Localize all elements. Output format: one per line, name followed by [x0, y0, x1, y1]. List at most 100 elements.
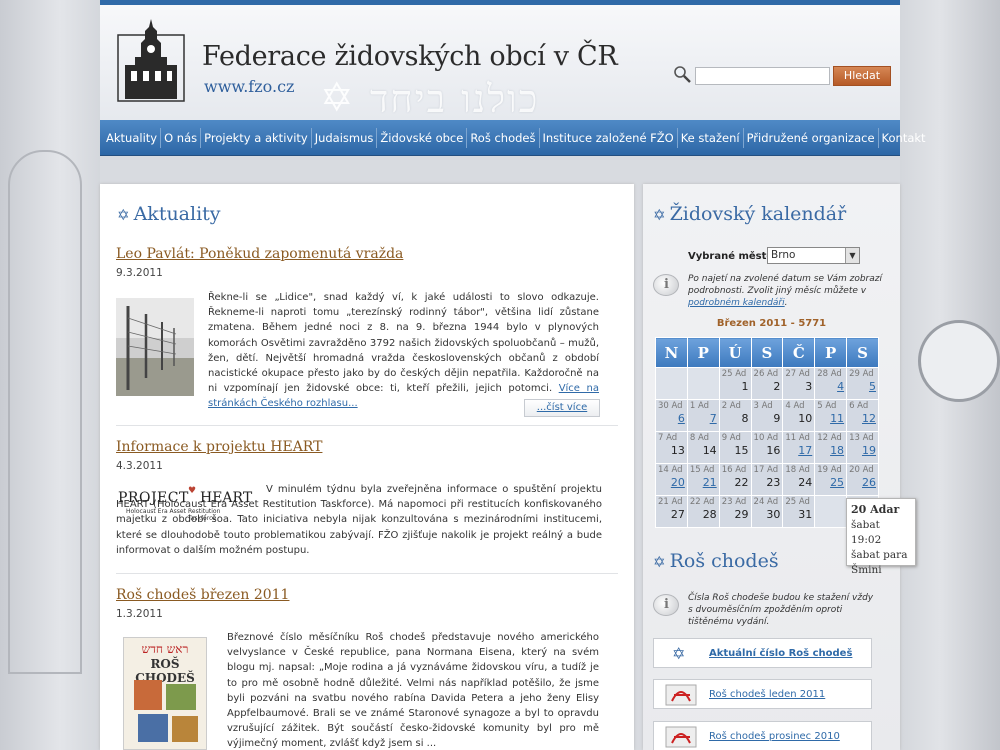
day-number: 6 — [677, 412, 685, 425]
day-number: 22 — [734, 476, 749, 489]
calendar-day[interactable]: 8 Ad 14 — [686, 431, 720, 464]
ros-chodes-cover: ראש חדש ROŠ CHODEŠ — [123, 637, 207, 750]
calendar-day[interactable]: 19 Ad 25 — [814, 463, 848, 496]
hebrew-date: 24 Ad — [753, 497, 779, 507]
day-number: 13 — [670, 444, 685, 457]
nav-item-ke-stazeni[interactable]: Ke stažení — [678, 127, 744, 148]
hebrew-date: 12 Ad — [817, 433, 842, 443]
calendar-day[interactable]: 28 Ad 4 — [814, 367, 848, 400]
day-number: 10 — [798, 412, 813, 425]
news-column: ✡ Aktuality Leo Pavlát: Poněkud zapomenut… — [100, 184, 634, 750]
calendar-day[interactable]: 23 Ad 29 — [718, 495, 752, 528]
nav-item-aktuality[interactable]: Aktuality — [103, 127, 162, 148]
calendar-heading-text: Židovský kalendář — [669, 203, 847, 225]
calendar-day[interactable]: 25 Ad 31 — [782, 495, 816, 528]
calendar-day[interactable]: 7 Ad 13 — [655, 431, 688, 464]
tooltip-title: 20 Adar — [851, 503, 900, 516]
nav-item-pridruzene[interactable]: Přidružené organizace — [744, 127, 879, 148]
search-button[interactable]: Hledat — [833, 66, 891, 86]
day-number: 19 — [862, 444, 876, 457]
detailed-calendar-link[interactable]: podrobném kalendáři — [688, 298, 785, 308]
day-number: 15 — [734, 444, 749, 457]
hebrew-date: 15 Ad — [689, 465, 715, 475]
calendar-day[interactable]: 3 Ad 9 — [750, 399, 784, 432]
calendar-day[interactable]: 11 Ad 17 — [782, 431, 816, 464]
hebrew-date: 25 Ad — [721, 369, 747, 379]
site-url[interactable]: www.fzo.cz — [204, 77, 294, 96]
camp-fence-photo — [116, 298, 194, 396]
calendar-day[interactable]: 1 Ad 7 — [686, 399, 720, 432]
calendar-day[interactable]: 5 Ad 11 — [814, 399, 848, 432]
nav-item-projekty[interactable]: Projekty a aktivity — [201, 127, 312, 148]
calendar-day[interactable]: 10 Ad 16 — [750, 431, 784, 464]
calendar-day[interactable]: 14 Ad 20 — [655, 463, 688, 496]
calendar-day[interactable]: 16 Ad 22 — [718, 463, 752, 496]
day-number: 31 — [798, 508, 813, 521]
hebrew-date: 30 Ad — [658, 401, 683, 411]
calendar-day[interactable]: 4 Ad 10 — [782, 399, 816, 432]
background-left-decoration — [0, 0, 100, 750]
day-number: 27 — [670, 508, 685, 521]
calendar-day[interactable]: 6 Ad 12 — [846, 399, 879, 432]
article-body: Březnové číslo měsíčníku Roš chodeš před… — [227, 630, 599, 750]
info-icon — [653, 594, 679, 616]
hebrew-date: 1 Ad — [689, 401, 710, 411]
calendar-day[interactable]: 15 Ad 21 — [686, 463, 720, 496]
day-number: 28 — [702, 508, 717, 521]
nav-item-o-nas[interactable]: O nás — [161, 127, 202, 148]
hebrew-date: 4 Ad — [785, 401, 805, 411]
pdf-icon — [665, 726, 697, 748]
current-issue-link[interactable]: ✡ Aktuální číslo Roš chodeš — [653, 638, 872, 668]
article-title[interactable]: Leo Pavlát: Poněkud zapomenutá vražda — [116, 246, 618, 262]
city-select[interactable]: Brno ▼ — [767, 247, 860, 264]
weekday-header: Č — [782, 337, 816, 368]
hebrew-date: 26 Ad — [753, 369, 779, 379]
day-number: 2 — [773, 380, 781, 393]
nav-item-kontakt[interactable]: Kontakt — [879, 128, 929, 148]
hebrew-date: 29 Ad — [849, 369, 874, 379]
nav-item-judaismus[interactable]: Judaismus — [312, 127, 378, 148]
issue-download-link[interactable]: Roš chodeš leden 2011 — [653, 679, 872, 709]
day-number: 26 — [862, 476, 876, 489]
hebrew-date: 27 Ad — [785, 369, 810, 379]
main-navigation: Aktuality O nás Projekty a aktivity Juda… — [100, 120, 926, 156]
star-of-david-icon: ✡ — [672, 644, 686, 663]
day-number: 29 — [734, 508, 749, 521]
hebrew-date: 19 Ad — [817, 465, 842, 475]
read-more-button[interactable]: ...číst více — [524, 399, 600, 417]
calendar-day[interactable]: 12 Ad 18 — [814, 431, 848, 464]
search-input[interactable] — [695, 67, 830, 85]
town-hall-logo-icon[interactable] — [117, 17, 185, 103]
calendar-day[interactable]: 26 Ad 2 — [750, 367, 784, 400]
calendar-day[interactable]: 20 Ad 26 — [846, 463, 879, 496]
calendar-day[interactable]: 17 Ad 23 — [750, 463, 784, 496]
calendar-day[interactable]: 9 Ad 15 — [718, 431, 752, 464]
nav-item-zidovske-obce[interactable]: Židovské obce — [377, 127, 468, 148]
site-title: Federace židovských obcí v ČR — [202, 41, 618, 72]
calendar-day[interactable]: 22 Ad 28 — [686, 495, 720, 528]
calendar-day[interactable]: 25 Ad 1 — [718, 367, 752, 400]
calendar-day[interactable]: 2 Ad 8 — [718, 399, 752, 432]
calendar-day[interactable]: 13 Ad 19 — [846, 431, 879, 464]
calendar-day[interactable]: 24 Ad 30 — [750, 495, 784, 528]
calendar-week: 7 Ad 13 8 Ad 14 9 Ad 15 10 Ad 16 11 Ad 17 12 Ad 18 1… — [655, 431, 879, 464]
calendar-day[interactable]: 27 Ad 3 — [782, 367, 816, 400]
calendar-day[interactable]: 21 Ad 27 — [655, 495, 688, 528]
calendar-day[interactable]: 29 Ad 5 — [846, 367, 879, 400]
issue-download-link[interactable]: Roš chodeš prosinec 2010 — [653, 721, 872, 750]
nav-item-instituce[interactable]: Instituce založené FŽO — [540, 127, 678, 148]
calendar-week: 30 Ad 6 1 Ad 7 2 Ad 8 3 Ad 9 4 Ad 10 5 Ad 11 6 Ad 12 — [655, 399, 879, 432]
article-title[interactable]: Roš chodeš březen 2011 — [116, 587, 618, 603]
hebrew-date: 20 Ad — [849, 465, 874, 475]
hebrew-date: 16 Ad — [721, 465, 747, 475]
nav-item-ros-chodes[interactable]: Roš chodeš — [467, 127, 540, 148]
calendar-day[interactable]: 18 Ad 24 — [782, 463, 816, 496]
calendar-day[interactable]: 30 Ad 6 — [655, 399, 688, 432]
weekday-header: Ú — [718, 337, 752, 368]
weekday-header: P — [686, 337, 720, 368]
day-number: 12 — [862, 412, 876, 425]
weekday-header: S — [846, 337, 879, 368]
info-icon — [653, 274, 679, 296]
day-number: 16 — [766, 444, 781, 457]
article-title[interactable]: Informace k projektu HEART — [116, 439, 618, 455]
